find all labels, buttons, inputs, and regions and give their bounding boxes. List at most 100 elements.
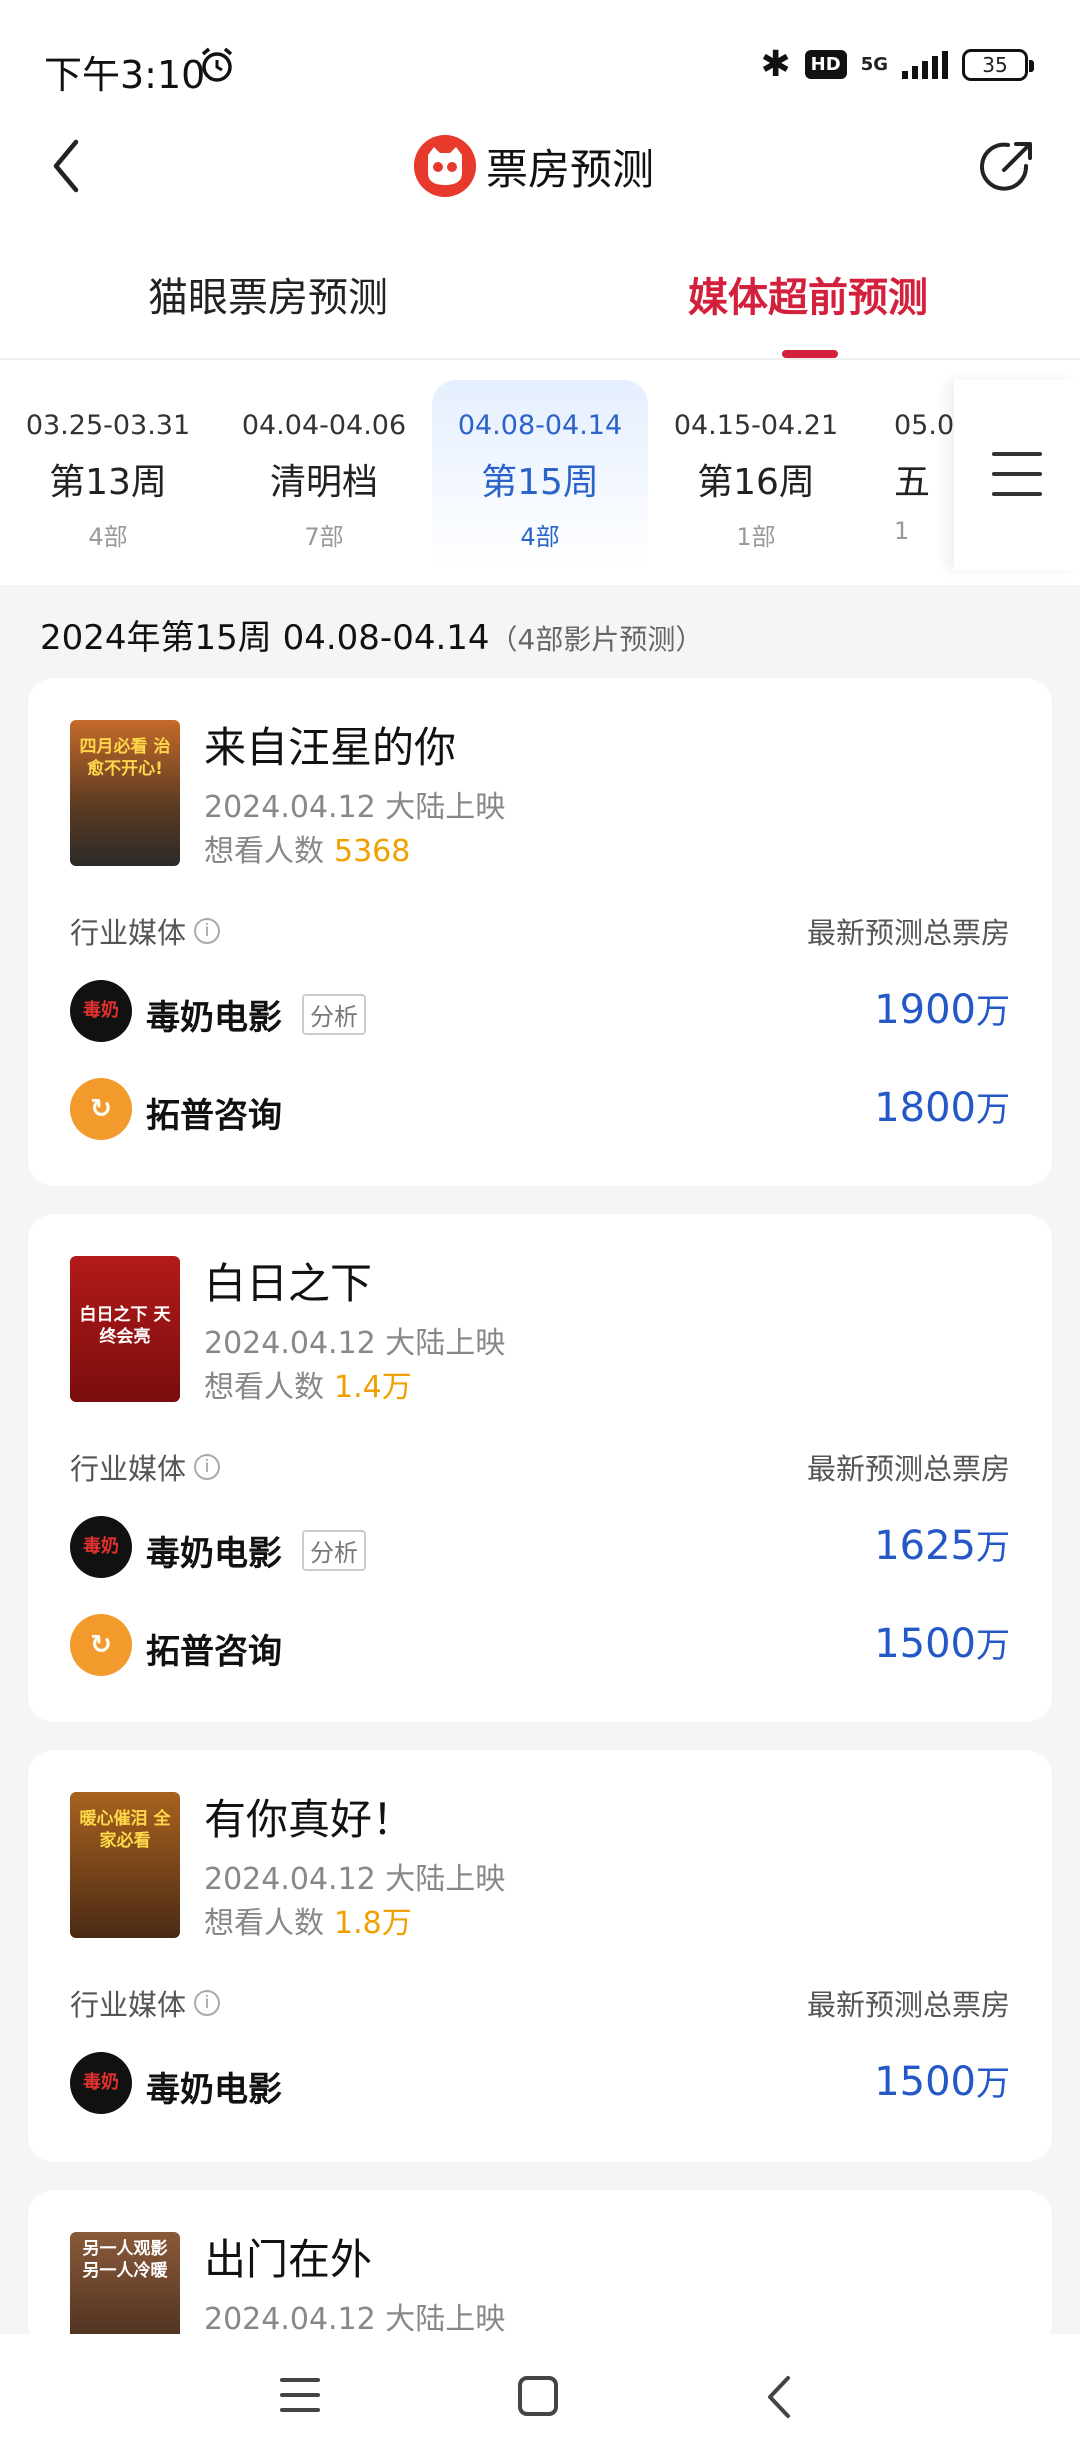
industry-media-text: 行业媒体 xyxy=(70,1452,187,1486)
movie-card[interactable]: 四月必看 治愈不开心! 来自汪星的你 2024.04.12 大陆上映 想看人数 5… xyxy=(28,678,1052,1186)
network-type: 5G xyxy=(860,53,888,75)
prediction-value: 1500万 xyxy=(874,2056,1010,2105)
org-name: 拓普咨询 xyxy=(146,1096,282,1136)
recent-apps-button[interactable] xyxy=(280,2378,320,2414)
week-label: 五 xyxy=(894,462,931,503)
home-button[interactable] xyxy=(518,2376,558,2416)
week-count: 7部 xyxy=(304,523,344,551)
poster-text: 另一人观影 另一人冷暖 xyxy=(82,2239,168,2281)
hd-icon: HD xyxy=(804,50,847,79)
analysis-tag[interactable]: 分析 xyxy=(302,1530,366,1571)
info-icon[interactable]: i xyxy=(194,918,221,944)
org-name: 毒奶电影 xyxy=(146,2070,282,2110)
week-label: 第16周 xyxy=(697,462,815,503)
release-date: 2024.04.12 大陆上映 xyxy=(204,790,506,825)
week-menu-button[interactable] xyxy=(954,380,1080,570)
page-title: 票房预测 xyxy=(486,144,655,194)
want-count: 5368 xyxy=(334,834,411,869)
want-label: 想看人数 xyxy=(204,834,324,869)
topu-logo-icon: ↻ xyxy=(70,1078,132,1140)
value-number: 1500 xyxy=(874,1621,976,1667)
share-icon[interactable] xyxy=(976,136,1038,198)
topu-logo-icon: ↻ xyxy=(70,1614,132,1676)
section-title: 2024年第15周 04.08-04.14（4部影片预测） xyxy=(40,610,703,659)
prediction-value: 1800万 xyxy=(874,1082,1010,1131)
week-range: 04.15-04.21 xyxy=(673,410,839,441)
week-count: 4部 xyxy=(520,523,560,551)
movie-card[interactable]: 另一人观影 另一人冷暖 出门在外 2024.04.12 大陆上映 xyxy=(28,2190,1052,2350)
movie-title: 出门在外 xyxy=(204,2235,373,2284)
tab-maoyan-forecast[interactable]: 猫眼票房预测 xyxy=(148,265,388,323)
week-item-selected[interactable]: 04.08-04.14 第15周 4部 xyxy=(432,380,648,570)
week-range: 04.08-04.14 xyxy=(457,410,623,441)
tab-media-forecast[interactable]: 媒体超前预测 xyxy=(688,265,928,323)
week-label: 第15周 xyxy=(481,462,599,503)
prediction-row: 毒奶 毒奶电影 分析 1900万 xyxy=(70,980,1010,1042)
prediction-value: 1625万 xyxy=(874,1520,1010,1569)
prediction-row: 毒奶 毒奶电影 1500万 xyxy=(70,2052,1010,2114)
info-icon[interactable]: i xyxy=(194,1454,221,1480)
movie-poster: 四月必看 治愈不开心! xyxy=(70,720,180,866)
divider xyxy=(0,358,1080,360)
analysis-tag[interactable]: 分析 xyxy=(302,994,366,1035)
value-number: 1900 xyxy=(874,987,976,1033)
week-item[interactable]: 03.25-03.31 第13周 4部 xyxy=(0,380,216,570)
week-selector: 03.25-03.31 第13周 4部 04.04-04.06 清明档 7部 0… xyxy=(0,380,960,580)
prediction-row: 毒奶 毒奶电影 分析 1625万 xyxy=(70,1516,1010,1578)
week-count: 4部 xyxy=(88,523,128,551)
maoyan-logo-icon xyxy=(414,135,476,197)
week-label: 清明档 xyxy=(269,462,378,503)
value-unit: 万 xyxy=(976,2064,1010,2104)
want-to-see: 想看人数 1.8万 xyxy=(204,1898,412,1942)
org-name: 毒奶电影 xyxy=(146,998,282,1038)
alarm-icon xyxy=(201,47,233,82)
poster-text: 白日之下 天终会亮 xyxy=(79,1305,171,1347)
week-range: 05.0 xyxy=(894,410,955,441)
industry-media-label: 行业媒体 i xyxy=(70,1446,221,1488)
back-button[interactable] xyxy=(44,136,94,196)
info-icon[interactable]: i xyxy=(194,1990,221,2016)
week-item[interactable]: 05.0 五 1 xyxy=(864,380,960,570)
value-unit: 万 xyxy=(976,1528,1010,1568)
want-label: 想看人数 xyxy=(204,1906,324,1941)
want-count: 1.8万 xyxy=(334,1906,412,1941)
industry-media-label: 行业媒体 i xyxy=(70,1982,221,2024)
system-back-button[interactable] xyxy=(760,2374,800,2420)
section-title-text: 2024年第15周 04.08-04.14 xyxy=(40,618,490,658)
signal-icon xyxy=(902,50,948,79)
dunai-logo-icon: 毒奶 xyxy=(70,1516,132,1578)
value-number: 1800 xyxy=(874,1085,976,1131)
active-tab-indicator xyxy=(782,350,838,358)
value-number: 1625 xyxy=(874,1523,976,1569)
poster-text: 四月必看 治愈不开心! xyxy=(79,737,171,779)
want-to-see: 想看人数 5368 xyxy=(204,826,410,870)
want-label: 想看人数 xyxy=(204,1370,324,1405)
want-to-see: 想看人数 1.4万 xyxy=(204,1362,412,1406)
movie-card[interactable]: 暖心催泪 全家必看 有你真好！ 2024.04.12 大陆上映 想看人数 1.8万… xyxy=(28,1750,1052,2162)
org-name: 毒奶电影 xyxy=(146,1534,282,1574)
industry-media-text: 行业媒体 xyxy=(70,916,187,950)
want-count: 1.4万 xyxy=(334,1370,412,1405)
movie-card[interactable]: 白日之下 天终会亮 白日之下 2024.04.12 大陆上映 想看人数 1.4万 … xyxy=(28,1214,1052,1722)
system-nav-bar xyxy=(0,2334,1080,2460)
week-range: 04.04-04.06 xyxy=(241,410,407,441)
movie-poster: 暖心催泪 全家必看 xyxy=(70,1792,180,1938)
prediction-value: 1900万 xyxy=(874,984,1010,1033)
movie-poster: 白日之下 天终会亮 xyxy=(70,1256,180,1402)
dunai-logo-icon: 毒奶 xyxy=(70,980,132,1042)
week-item[interactable]: 04.15-04.21 第16周 1部 xyxy=(648,380,864,570)
release-date: 2024.04.12 大陆上映 xyxy=(204,2302,506,2337)
value-unit: 万 xyxy=(976,1626,1010,1666)
value-number: 1500 xyxy=(874,2059,976,2105)
industry-media-label: 行业媒体 i xyxy=(70,910,221,952)
section-subtitle: （4部影片预测） xyxy=(489,623,704,656)
org-name: 拓普咨询 xyxy=(146,1632,282,1672)
value-unit: 万 xyxy=(976,1090,1010,1130)
latest-total-label: 最新预测总票房 xyxy=(806,916,1010,950)
week-range: 03.25-03.31 xyxy=(25,410,191,441)
prediction-row: ↻ 拓普咨询 1800万 xyxy=(70,1078,1010,1140)
week-item[interactable]: 04.04-04.06 清明档 7部 xyxy=(216,380,432,570)
movie-poster: 另一人观影 另一人冷暖 xyxy=(70,2232,180,2350)
dunai-logo-icon: 毒奶 xyxy=(70,2052,132,2114)
week-count: 1 xyxy=(894,517,910,545)
